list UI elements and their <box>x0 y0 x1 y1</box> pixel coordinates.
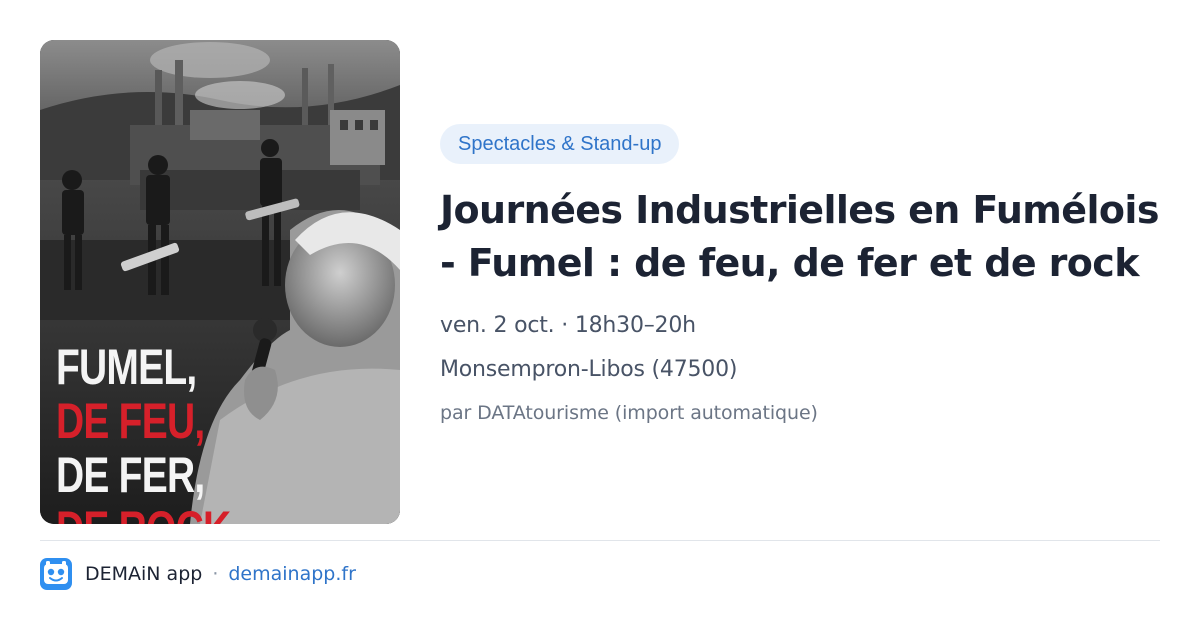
app-name: DEMAiN app <box>85 563 203 585</box>
poster-title-line: DE FER, <box>56 447 205 503</box>
footer-separator: · <box>212 563 219 585</box>
event-title[interactable]: Journées Industrielles en Fumélois - Fum… <box>440 184 1160 290</box>
poster-title-line: FUMEL, <box>56 339 197 395</box>
event-location: Monsempron-Libos (47500) <box>440 357 738 382</box>
event-poster[interactable]: FUMEL, DE FEU, DE FER, DE ROCK <box>40 40 400 524</box>
event-source: par DATAtourisme (import automatique) <box>440 402 818 424</box>
category-badge[interactable]: Spectacles & Stand-up <box>440 124 680 164</box>
app-logo-icon <box>40 558 72 590</box>
event-title-line: - Fumel : de feu, de fer et de rock <box>440 241 1139 285</box>
footer-divider <box>40 540 1160 541</box>
app-link[interactable]: demainapp.fr <box>228 563 356 585</box>
event-date: ven. 2 oct. · 18h30–20h <box>440 313 696 338</box>
footer: DEMAiN app · demainapp.fr <box>40 558 356 590</box>
poster-title-line: DE ROCK <box>56 502 231 524</box>
poster-title: FUMEL, DE FEU, DE FER, DE ROCK <box>56 339 231 524</box>
poster-title-line: DE FEU, <box>56 393 205 449</box>
event-title-line: Journées Industrielles en Fumélois <box>440 188 1159 232</box>
